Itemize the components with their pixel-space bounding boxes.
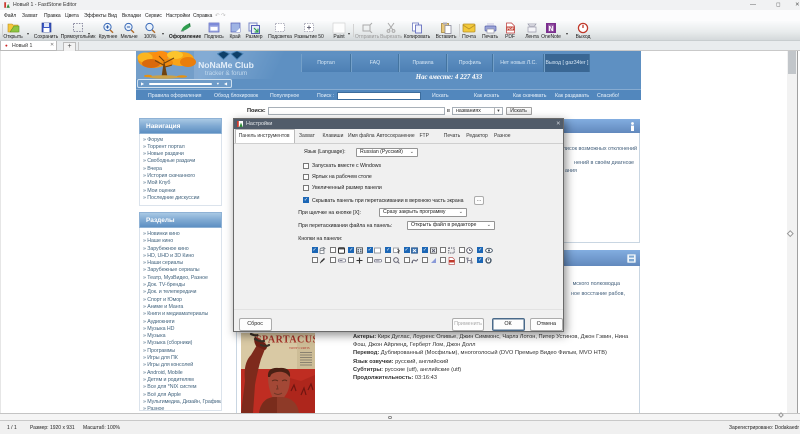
svg-text:N: N [548,26,553,33]
svg-text:TONY CURTIS: TONY CURTIS [289,346,310,350]
